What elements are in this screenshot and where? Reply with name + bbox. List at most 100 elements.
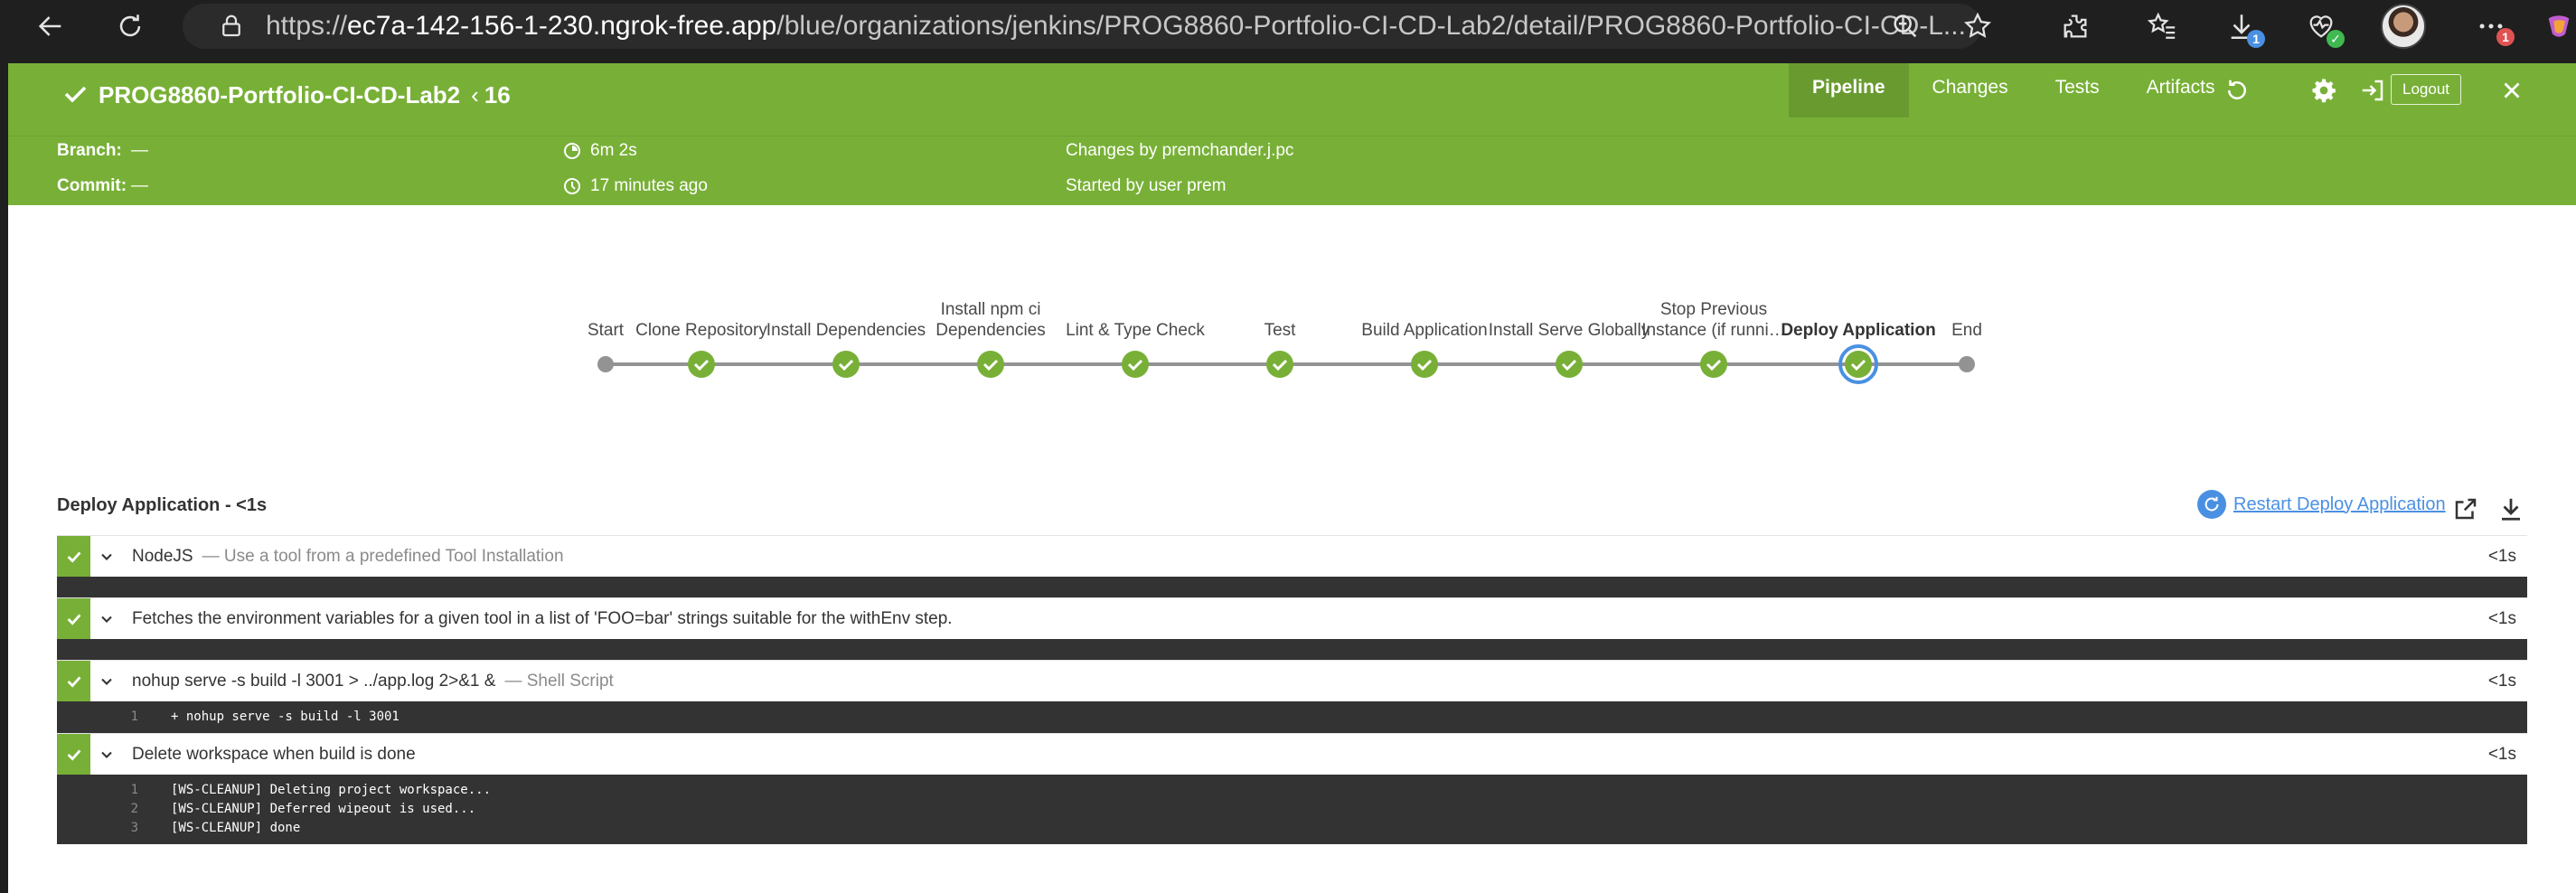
replay-icon[interactable] — [2219, 72, 2255, 108]
profile-avatar[interactable] — [2381, 4, 2426, 49]
log-step-row[interactable]: Fetches the environment variables for a … — [57, 597, 2527, 640]
log-step-row[interactable]: nohup serve -s build -l 3001 > ../app.lo… — [57, 660, 2527, 702]
tab-pipeline[interactable]: Pipeline — [1789, 63, 1909, 118]
step-status — [57, 734, 90, 776]
step-name[interactable]: NodeJS — [132, 547, 193, 566]
url-text[interactable]: https://ec7a-142-156-1-230.ngrok-free.ap… — [266, 4, 2037, 49]
console-line-number[interactable]: 2 — [111, 800, 138, 819]
step-description: — Use a tool from a predefined Tool Inst… — [202, 547, 564, 566]
chevron-down-icon[interactable] — [98, 548, 116, 566]
stage-node-9[interactable] — [1700, 351, 1727, 378]
check-icon — [67, 749, 80, 761]
log-step-row[interactable]: NodeJS — Use a tool from a predefined Too… — [57, 535, 2527, 578]
step-status — [57, 661, 90, 702]
stage-node-7[interactable] — [1411, 351, 1438, 378]
close-icon[interactable] — [2494, 72, 2530, 108]
chevron-down-icon[interactable] — [98, 746, 116, 764]
job-name[interactable]: PROG8860-Portfolio-CI-CD-Lab2 — [99, 81, 460, 108]
back-arrow-icon[interactable] — [29, 5, 72, 48]
exit-classic-icon[interactable] — [2355, 72, 2391, 108]
stage-node-5[interactable] — [1122, 351, 1149, 378]
stage-label[interactable]: Build Application — [1343, 320, 1506, 341]
step-duration: <1s — [2487, 672, 2516, 691]
console-line: 3 [WS-CLEANUP] done — [57, 819, 2527, 838]
console-line-text: [WS-CLEANUP] done — [171, 821, 301, 835]
clock-icon — [564, 178, 580, 194]
health-ok-badge: ✓ — [2327, 30, 2345, 48]
lock-icon[interactable] — [210, 5, 253, 48]
favorites-list-icon[interactable] — [2140, 5, 2184, 48]
started-by: Started by user prem — [1066, 176, 1227, 195]
stage-label[interactable]: Clone Repository — [620, 320, 783, 341]
stage-label[interactable]: Install Serve Globally — [1488, 320, 1650, 341]
stage-label[interactable]: Stop Previous Instance (if runni… — [1632, 299, 1795, 341]
console-line-number[interactable]: 1 — [111, 781, 138, 800]
downloads-icon[interactable]: 1 — [2220, 5, 2265, 48]
tab-tests[interactable]: Tests — [2032, 63, 2123, 118]
stage-label[interactable]: Test — [1199, 320, 1361, 341]
downloads-badge: 1 — [2247, 30, 2265, 48]
run-number: 16 — [484, 81, 511, 108]
step-console-output — [57, 639, 2527, 660]
stage-node-2[interactable] — [688, 351, 715, 378]
zoom-icon[interactable] — [1884, 5, 1927, 48]
step-console-output: 1 + nohup serve -s build -l 3001 — [57, 701, 2527, 733]
tab-changes[interactable]: Changes — [1909, 63, 2032, 118]
browser-toolbar: https://ec7a-142-156-1-230.ngrok-free.ap… — [0, 0, 2576, 52]
stage-node-3[interactable] — [832, 351, 860, 378]
download-log-icon[interactable] — [2497, 495, 2524, 522]
console-line-number[interactable]: 3 — [111, 819, 138, 838]
changes-by: Changes by premchander.j.pc — [1066, 141, 1294, 160]
stage-node-10[interactable] — [1838, 344, 1878, 384]
stage-label[interactable]: Lint & Type Check — [1054, 320, 1217, 341]
open-external-icon[interactable] — [2452, 495, 2479, 522]
step-title[interactable]: Delete workspace when build is done — [132, 734, 425, 776]
logout-button[interactable]: Logout — [2391, 74, 2461, 105]
stage-label[interactable]: Install npm ci Dependencies — [909, 299, 1072, 341]
step-title[interactable]: nohup serve -s build -l 3001 > ../app.lo… — [132, 661, 614, 702]
stage-node-6[interactable] — [1266, 351, 1293, 378]
copilot-icon[interactable] — [2542, 5, 2576, 48]
restart-icon[interactable] — [2197, 490, 2226, 519]
browser-health-icon[interactable]: ✓ — [2299, 5, 2345, 48]
stage-label: End — [1951, 321, 1982, 340]
gear-icon[interactable] — [2306, 72, 2342, 108]
check-icon — [67, 676, 80, 688]
run-header: PROG8860-Portfolio-CI-CD-Lab2 ‹ 16 Pipelin… — [8, 63, 2576, 205]
restart-stage-link[interactable]: Restart Deploy Application — [2197, 490, 2446, 519]
branch-value: — — [131, 141, 148, 160]
favorite-star-icon[interactable] — [1956, 5, 1999, 48]
stage-node-4[interactable] — [977, 351, 1004, 378]
more-menu-icon[interactable]: 1 — [2469, 5, 2515, 48]
console-line-text: [WS-CLEANUP] Deleting project workspace.… — [171, 783, 492, 797]
extensions-icon[interactable] — [2054, 5, 2097, 48]
success-check-icon — [64, 86, 87, 103]
run-title: PROG8860-Portfolio-CI-CD-Lab2 ‹ 16 — [99, 75, 511, 115]
console-line-number[interactable]: 1 — [111, 708, 138, 727]
stage-label[interactable]: Install Dependencies — [765, 320, 927, 341]
step-duration: <1s — [2487, 547, 2516, 566]
refresh-icon[interactable] — [108, 5, 152, 48]
console-line: 1 [WS-CLEANUP] Deleting project workspace… — [57, 781, 2527, 800]
chevron-down-icon[interactable] — [98, 672, 116, 691]
time-ago: 17 minutes ago — [590, 176, 708, 195]
step-duration: <1s — [2487, 609, 2516, 628]
commit-value: — — [131, 176, 148, 195]
console-line: 2 [WS-CLEANUP] Deferred wipeout is used..… — [57, 800, 2527, 819]
step-console-output: 1 [WS-CLEANUP] Deleting project workspace… — [57, 775, 2527, 844]
step-name[interactable]: nohup serve -s build -l 3001 > ../app.lo… — [132, 672, 495, 691]
run-tabs: Pipeline Changes Tests Artifacts — [1789, 63, 2238, 118]
restart-label[interactable]: Restart Deploy Application — [2233, 494, 2446, 515]
step-title[interactable]: Fetches the environment variables for a … — [132, 598, 962, 640]
log-step-row[interactable]: Delete workspace when build is done <1s — [57, 733, 2527, 776]
step-name[interactable]: Delete workspace when build is done — [132, 745, 416, 764]
check-icon — [67, 614, 80, 625]
chevron-left-icon: ‹ — [471, 81, 479, 108]
step-name[interactable]: Fetches the environment variables for a … — [132, 609, 953, 628]
address-bar[interactable]: https://ec7a-142-156-1-230.ngrok-free.ap… — [183, 4, 1981, 49]
console-line-text: [WS-CLEANUP] Deferred wipeout is used... — [171, 802, 476, 816]
stage-node-8[interactable] — [1556, 351, 1583, 378]
branch-label: Branch: — [57, 141, 122, 160]
chevron-down-icon[interactable] — [98, 610, 116, 628]
step-title[interactable]: NodeJS — Use a tool from a predefined Too… — [132, 536, 564, 578]
